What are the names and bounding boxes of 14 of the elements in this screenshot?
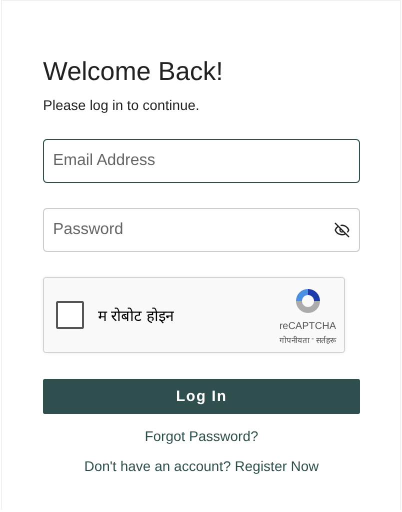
terms-link[interactable]: सर्तहरू [316, 334, 336, 345]
password-field[interactable]: Password [43, 208, 360, 252]
forgot-password-link[interactable]: Forgot Password? [144, 428, 258, 444]
privacy-link[interactable]: गोपनीयता [279, 334, 310, 345]
captcha-checkbox[interactable] [56, 301, 84, 329]
captcha-label: म रोबोट होइन [98, 306, 175, 325]
register-prompt[interactable]: Don't have an account? Register Now [84, 458, 319, 474]
login-button[interactable]: Log In [43, 379, 360, 414]
separator: - [311, 334, 314, 345]
hide-password-icon[interactable] [334, 222, 350, 238]
subtitle: Please log in to continue. [43, 97, 200, 113]
page-title: Welcome Back! [43, 55, 224, 87]
email-field[interactable]: Email Address [43, 139, 360, 183]
captcha-brand: reCAPTCHA [279, 321, 336, 332]
